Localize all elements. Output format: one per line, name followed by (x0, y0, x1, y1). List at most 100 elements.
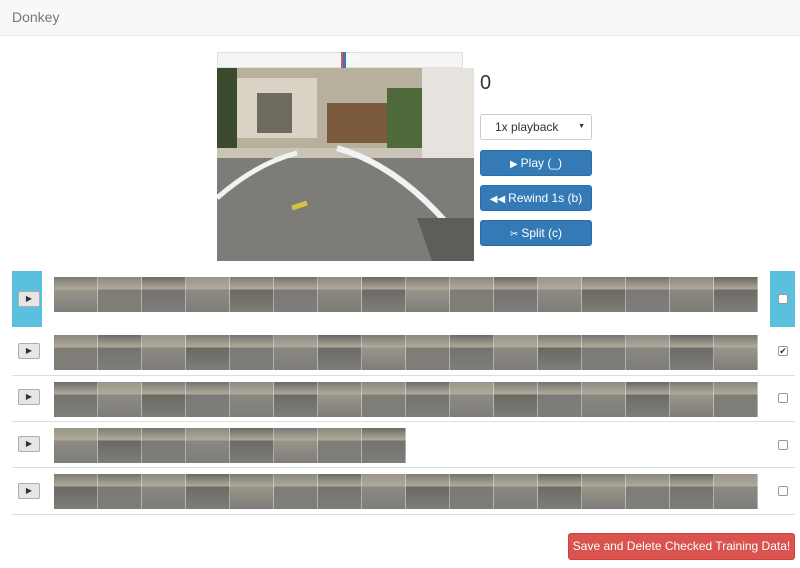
clip-thumbnail[interactable] (538, 382, 582, 417)
clip-thumbnail[interactable] (318, 382, 362, 417)
clip-thumbnail[interactable] (186, 335, 230, 370)
clip-thumbnail[interactable] (626, 382, 670, 417)
clip-play-button[interactable]: ▶ (18, 436, 40, 452)
rewind-icon: ◀◀ (489, 194, 506, 205)
save-delete-button[interactable]: Save and Delete Checked Training Data! (568, 533, 795, 560)
clip-thumbnail[interactable] (406, 277, 450, 312)
clip-checkbox[interactable] (778, 393, 788, 403)
clip-thumbnail[interactable] (450, 382, 494, 417)
clip-thumbnail[interactable] (142, 428, 186, 463)
clip-thumbnail[interactable] (670, 277, 714, 312)
clip-thumbnail[interactable] (450, 277, 494, 312)
clip-thumbnails[interactable] (54, 474, 758, 509)
clip-play-button[interactable]: ▶ (18, 389, 40, 405)
clip-thumbnails[interactable] (54, 335, 758, 370)
clip-thumbnails[interactable] (54, 277, 758, 312)
clip-thumbnail[interactable] (98, 277, 142, 312)
clip-play-button[interactable]: ▶ (18, 291, 40, 307)
clip-thumbnail[interactable] (582, 382, 626, 417)
clip-thumbnail[interactable] (362, 428, 406, 463)
clip-thumbnail[interactable] (54, 428, 98, 463)
clip-thumbnail[interactable] (406, 382, 450, 417)
clip-thumbnail[interactable] (142, 335, 186, 370)
clip-thumbnail[interactable] (406, 335, 450, 370)
clip-thumbnail[interactable] (54, 335, 98, 370)
clip-thumbnail[interactable] (318, 428, 362, 463)
clip-thumbnail[interactable] (670, 474, 714, 509)
clip-thumbnail[interactable] (538, 277, 582, 312)
clip-thumbnail[interactable] (318, 277, 362, 312)
clip-thumbnail[interactable] (494, 382, 538, 417)
clip-thumbnail[interactable] (186, 277, 230, 312)
clip-thumbnail[interactable] (538, 474, 582, 509)
clip-thumbnails[interactable] (54, 428, 406, 463)
clip-thumbnail[interactable] (274, 335, 318, 370)
clip-thumbnail[interactable] (582, 335, 626, 370)
clip-play-button[interactable]: ▶ (18, 483, 40, 499)
clip-thumbnail[interactable] (406, 474, 450, 509)
clip-thumbnail[interactable] (230, 335, 274, 370)
scissors-icon: ✂ (509, 229, 519, 240)
clip-thumbnail[interactable] (450, 474, 494, 509)
clip-thumbnail[interactable] (54, 277, 98, 312)
clip-thumbnail[interactable] (714, 382, 758, 417)
clip-thumbnail[interactable] (362, 382, 406, 417)
clip-thumbnail[interactable] (670, 382, 714, 417)
clip-thumbnail[interactable] (98, 474, 142, 509)
clip-thumbnail[interactable] (142, 382, 186, 417)
clip-thumbnail[interactable] (626, 335, 670, 370)
clip-thumbnail[interactable] (230, 277, 274, 312)
clip-thumbnail[interactable] (670, 335, 714, 370)
clip-thumbnail[interactable] (54, 474, 98, 509)
clip-thumbnail[interactable] (186, 382, 230, 417)
clip-thumbnail[interactable] (450, 335, 494, 370)
clip-thumbnail[interactable] (274, 382, 318, 417)
playback-progress-bar[interactable]: 0/0 (217, 52, 463, 68)
clip-thumbnail[interactable] (274, 474, 318, 509)
clip-thumbnail[interactable] (230, 382, 274, 417)
clip-thumbnail[interactable] (494, 335, 538, 370)
clip-thumbnail[interactable] (186, 474, 230, 509)
clip-thumbnail[interactable] (362, 474, 406, 509)
clip-thumbnail[interactable] (582, 277, 626, 312)
clip-thumbnail[interactable] (714, 277, 758, 312)
clip-thumbnail[interactable] (626, 474, 670, 509)
clip-thumbnail[interactable] (54, 382, 98, 417)
clip-thumbnail[interactable] (582, 474, 626, 509)
clip-checkbox[interactable] (778, 440, 788, 450)
clip-thumbnail[interactable] (142, 474, 186, 509)
playback-speed-select[interactable]: 1x playback ▼ (480, 114, 592, 140)
rewind-button[interactable]: ◀◀ Rewind 1s (b) (480, 185, 592, 211)
clip-thumbnails[interactable] (54, 382, 758, 417)
caret-down-icon: ▼ (578, 123, 585, 130)
clip-divider (12, 467, 795, 468)
clip-thumbnail[interactable] (362, 335, 406, 370)
clip-thumbnail[interactable] (318, 335, 362, 370)
clip-checkbox[interactable] (778, 294, 788, 304)
clip-thumbnail[interactable] (362, 277, 406, 312)
clip-thumbnail[interactable] (274, 428, 318, 463)
clip-thumbnail[interactable] (98, 428, 142, 463)
clip-checkbox[interactable]: ✔ (778, 346, 788, 356)
brand-title[interactable]: Donkey (12, 9, 59, 25)
clip-thumbnail[interactable] (230, 428, 274, 463)
clip-checkbox[interactable] (778, 486, 788, 496)
frame-number: 0 (480, 72, 492, 94)
clip-thumbnail[interactable] (494, 474, 538, 509)
clip-thumbnail[interactable] (142, 277, 186, 312)
clip-thumbnail[interactable] (98, 382, 142, 417)
clip-thumbnail[interactable] (98, 335, 142, 370)
clip-thumbnail[interactable] (230, 474, 274, 509)
clip-thumbnail[interactable] (494, 277, 538, 312)
clip-thumbnail[interactable] (714, 474, 758, 509)
clip-play-button[interactable]: ▶ (18, 343, 40, 359)
play-button[interactable]: ▶ Play (_) (480, 150, 592, 176)
clip-thumbnail[interactable] (274, 277, 318, 312)
clip-thumbnail[interactable] (538, 335, 582, 370)
clip-thumbnail[interactable] (714, 335, 758, 370)
clip-thumbnail[interactable] (626, 277, 670, 312)
split-button[interactable]: ✂ Split (c) (480, 220, 592, 246)
clip-thumbnail[interactable] (186, 428, 230, 463)
clip-thumbnail[interactable] (318, 474, 362, 509)
video-frame (217, 68, 474, 261)
